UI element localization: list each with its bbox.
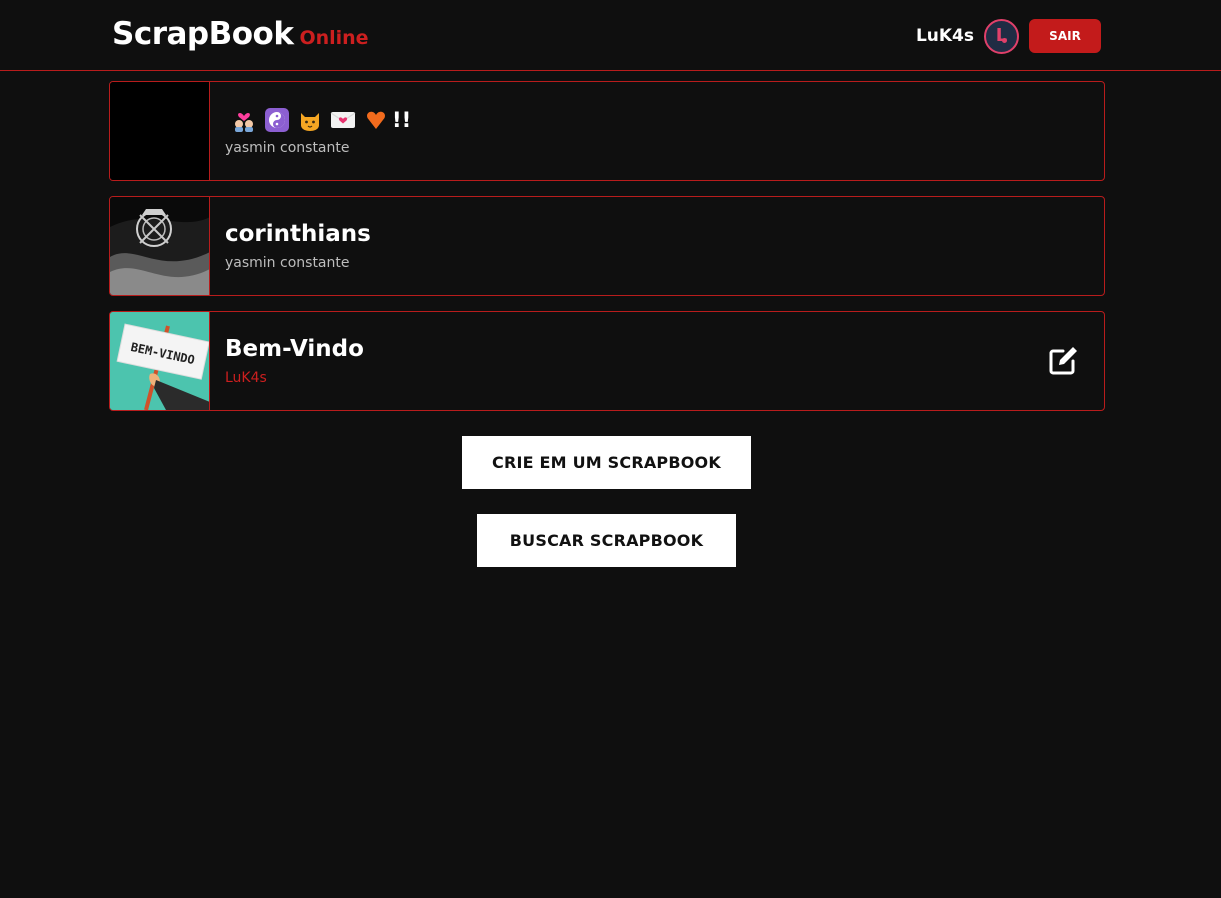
user-area: LuK4s L SAIR (916, 18, 1101, 54)
card-title-suffix: !! (392, 108, 412, 132)
edit-icon (1049, 345, 1081, 379)
yin-yang-icon (264, 107, 290, 133)
search-scrapbook-button[interactable]: BUSCAR SCRAPBOOK (477, 514, 736, 567)
edit-button[interactable] (1048, 345, 1082, 379)
brand-title: ScrapBook (112, 16, 294, 52)
logout-button[interactable]: SAIR (1029, 19, 1101, 53)
navbar: ScrapBook Online LuK4s L SAIR (0, 0, 1221, 71)
card-author: yasmin constante (225, 255, 350, 271)
card-author: LuK4s (225, 370, 267, 386)
kiss-couple-icon (231, 107, 257, 133)
avatar[interactable]: L (984, 18, 1019, 54)
cat-icon (297, 107, 323, 133)
scrapbook-card[interactable]: corinthians yasmin constante (109, 196, 1105, 296)
avatar-dot (1002, 37, 1007, 43)
scrapbook-card[interactable]: BEM-VINDO Bem-Vindo LuK4s (109, 311, 1105, 411)
brand-logo[interactable]: ScrapBook Online (112, 16, 369, 52)
orange-heart-icon (363, 107, 389, 133)
create-scrapbook-button[interactable]: CRIE EM UM SCRAPBOOK (462, 436, 751, 489)
card-title: corinthians (225, 221, 371, 247)
corinthians-flag-thumbnail (110, 197, 210, 295)
brand-subtitle: Online (299, 27, 369, 49)
card-title: Bem-Vindo (225, 336, 364, 362)
black-thumbnail (110, 82, 210, 180)
scrapbook-card[interactable]: !! yasmin constante (109, 81, 1105, 181)
bem-vindo-sign-thumbnail: BEM-VINDO (110, 312, 210, 410)
username[interactable]: LuK4s (916, 26, 974, 46)
card-author: yasmin constante (225, 140, 350, 156)
card-title: !! (231, 106, 411, 134)
love-letter-icon (330, 107, 356, 133)
